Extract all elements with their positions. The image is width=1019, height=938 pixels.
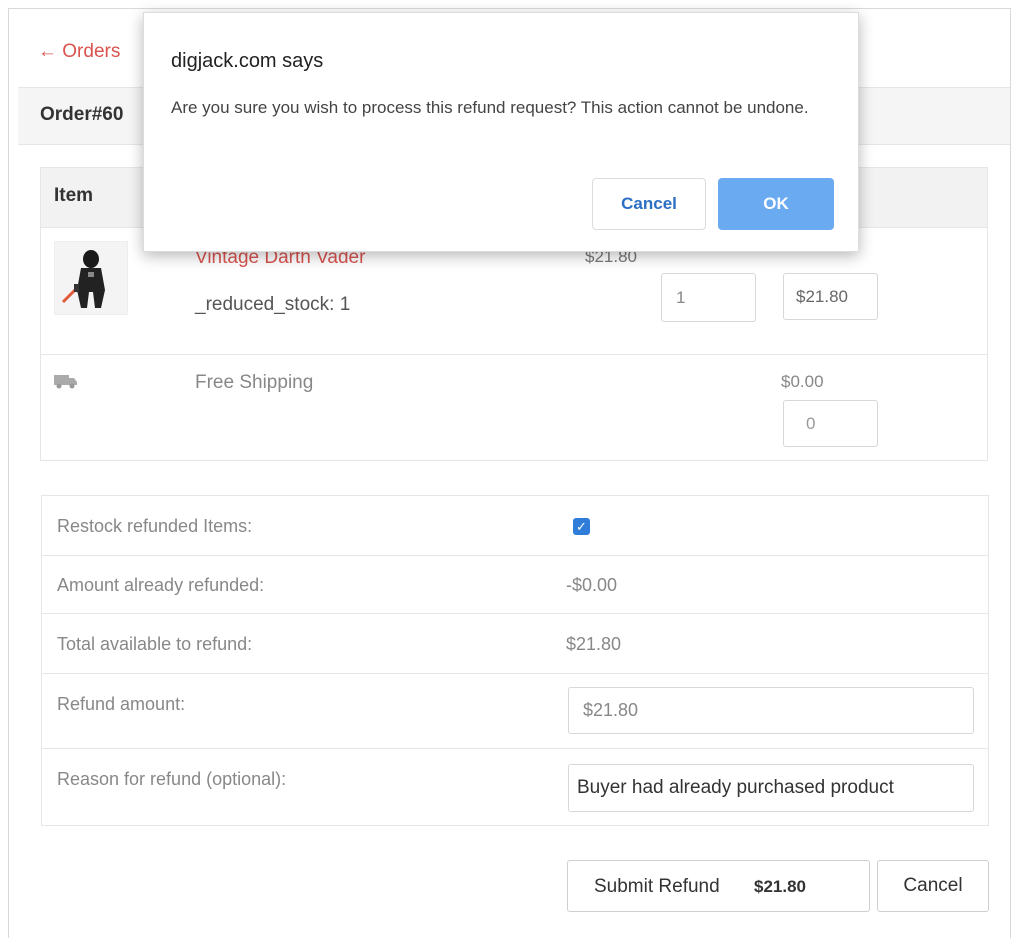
row-divider <box>41 354 987 355</box>
dialog-message: Are you sure you wish to process this re… <box>171 98 809 117</box>
refund-amount-label: Refund amount: <box>57 694 186 714</box>
item-column-header: Item <box>54 185 94 206</box>
shipping-price: $0.00 <box>781 372 824 391</box>
refund-reason-label: Reason for refund (optional): <box>57 769 287 789</box>
restock-row: Restock refunded Items: ✓ <box>42 496 988 556</box>
refund-amount-row: Refund amount: <box>42 674 988 749</box>
refund-amount-input[interactable] <box>568 687 974 734</box>
dialog-ok-button[interactable]: OK <box>718 178 834 230</box>
refund-reason-input[interactable] <box>568 764 974 812</box>
product-thumbnail <box>54 241 128 315</box>
already-refunded-row: Amount already refunded: -$0.00 <box>42 556 988 614</box>
confirm-dialog: digjack.com says Are you sure you wish t… <box>143 12 859 252</box>
submit-refund-amount: $21.80 <box>754 877 806 896</box>
shipping-method-label: Free Shipping <box>195 372 314 393</box>
dialog-title: digjack.com says <box>171 50 324 72</box>
refund-summary: Restock refunded Items: ✓ Amount already… <box>41 495 989 826</box>
restock-label: Restock refunded Items: <box>57 516 253 536</box>
submit-refund-button[interactable]: Submit Refund $21.80 <box>567 860 870 912</box>
dialog-cancel-button[interactable]: Cancel <box>592 178 706 230</box>
back-to-orders-link[interactable]: ← Orders <box>38 41 120 63</box>
refund-line-amount-input[interactable] <box>783 273 878 320</box>
already-refunded-value: -$0.00 <box>566 575 618 595</box>
refund-qty-input[interactable] <box>661 273 756 322</box>
already-refunded-label: Amount already refunded: <box>57 575 265 595</box>
restock-checkbox[interactable]: ✓ <box>573 518 590 535</box>
refund-shipping-amount-input[interactable] <box>783 400 878 447</box>
order-title: Order#60 <box>40 104 124 125</box>
truck-icon <box>54 375 77 389</box>
available-value: $21.80 <box>566 634 622 654</box>
refund-reason-row: Reason for refund (optional): <box>42 749 988 825</box>
available-label: Total available to refund: <box>57 634 253 654</box>
product-meta: _reduced_stock: 1 <box>195 294 351 315</box>
cancel-refund-button[interactable]: Cancel <box>877 860 989 912</box>
submit-refund-label: Submit Refund <box>594 876 720 897</box>
available-row: Total available to refund: $21.80 <box>42 614 988 674</box>
